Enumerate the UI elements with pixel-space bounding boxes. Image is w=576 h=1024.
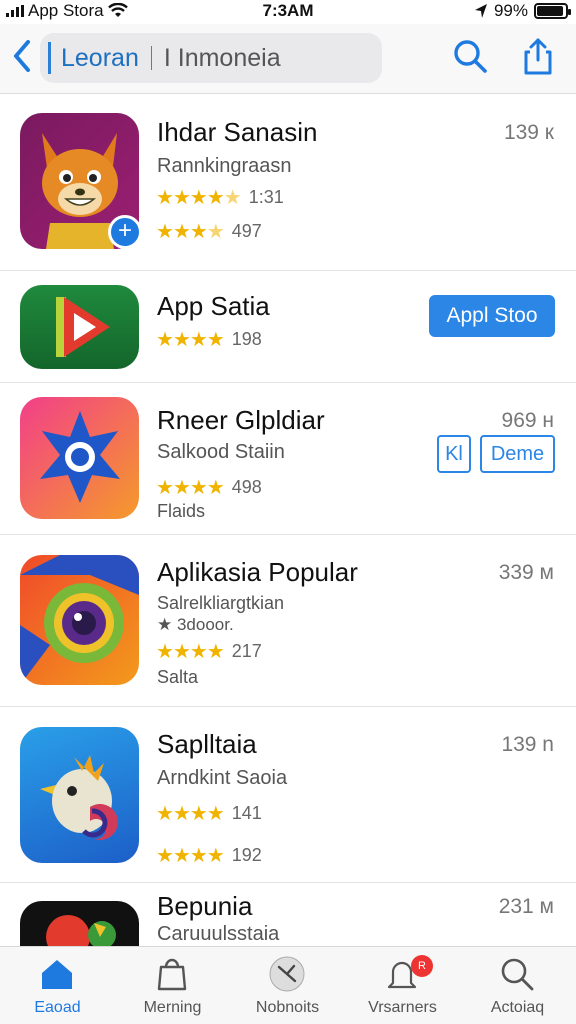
battery-percent: 99% — [493, 1, 528, 20]
share-icon[interactable] — [518, 36, 558, 76]
rating-stars: ★★★★ — [156, 329, 225, 351]
rating: ★★★★ 198 — [156, 327, 262, 352]
app-rank: ★ 3dooor. — [157, 615, 234, 634]
rating-count: 192 — [231, 845, 262, 865]
rating: ★★★★ 497 — [156, 219, 262, 244]
rating: ★★★★ 141 — [156, 801, 262, 826]
app-size: 231 м — [498, 895, 554, 918]
search-separator — [150, 46, 152, 70]
app-title[interactable]: Rneer Glpldiar — [157, 405, 325, 436]
app-title[interactable]: App Satia — [157, 291, 270, 322]
tab-label: Vrsarners — [368, 999, 437, 1016]
rating: ★★★★ 192 — [156, 843, 262, 868]
list-item[interactable]: Aplikasia Popular Salrelkliargtkian ★ 3d… — [0, 535, 576, 707]
tab-bar: Eaoad Merning Nobnoits R Vrsarners Actoi… — [0, 946, 576, 1024]
app-category: Salta — [157, 667, 199, 687]
rating-count: 497 — [231, 221, 262, 241]
demo-button[interactable]: Deme — [480, 435, 555, 473]
app-subtitle: Rannkingraasn — [157, 155, 292, 177]
tab-label: Eaoad — [34, 999, 81, 1016]
list-item[interactable]: Rneer Glpldiar Salkood Staiin 969 н ★★★★… — [0, 383, 576, 535]
nav-bar: Leoran I Inmoneia — [0, 24, 576, 94]
battery-icon — [534, 3, 571, 19]
rating-stars: ★★★★★ — [156, 187, 242, 209]
text-caret — [48, 42, 51, 74]
app-title[interactable]: Bepunia — [157, 891, 252, 922]
chevron-left-icon[interactable] — [8, 38, 36, 74]
bird-icon[interactable] — [20, 727, 139, 863]
app-list: + Ihdar Sanasin Rannkingraasn 139 к ★★★★… — [0, 95, 576, 953]
list-item[interactable]: App Satia ★★★★ 198 Appl Stoo — [0, 271, 576, 383]
clock-icon — [269, 956, 305, 992]
search-text: Leoran — [61, 43, 139, 72]
tab-home[interactable]: Eaoad — [0, 947, 115, 1024]
tab-label: Merning — [143, 999, 202, 1016]
add-icon[interactable]: + — [108, 215, 142, 249]
rating-count: 498 — [231, 477, 262, 497]
tab-notifications[interactable]: R Vrsarners — [345, 947, 460, 1024]
home-icon — [42, 960, 72, 989]
app-title[interactable]: Saplltaia — [157, 729, 257, 760]
tab-label: Actoiaq — [490, 999, 545, 1016]
rating-stars: ★★★★ — [156, 641, 225, 663]
app-size: 339 м — [498, 561, 554, 584]
rating-stars: ★★★★ — [156, 221, 225, 243]
location-icon — [474, 4, 487, 18]
rating: ★★★★ 498 — [156, 475, 262, 500]
kl-button[interactable]: Kl — [437, 435, 471, 473]
rating-count: 198 — [231, 329, 262, 349]
app-subtitle: Caruuulsstaia — [157, 923, 280, 945]
star-icon[interactable] — [20, 397, 139, 519]
tab-bag[interactable]: Merning — [115, 947, 230, 1024]
rating-stars: ★★★★ — [156, 477, 225, 499]
rating-stars: ★★★★ — [156, 803, 225, 825]
list-item[interactable]: + Ihdar Sanasin Rannkingraasn 139 к ★★★★… — [0, 95, 576, 271]
app-size: 969 н — [501, 409, 554, 432]
bag-icon — [157, 958, 187, 991]
app-store-button[interactable]: Appl Stoo — [429, 295, 555, 337]
tab-label: Nobnoits — [255, 999, 320, 1016]
camera-lens-icon[interactable] — [20, 555, 139, 685]
search-input[interactable]: Leoran I Inmoneia — [40, 33, 382, 83]
rating: ★★★★★ 1:31 — [156, 185, 284, 210]
rating-stars: ★★★★ — [156, 845, 225, 867]
tab-clock[interactable]: Nobnoits — [230, 947, 345, 1024]
rating-count: 141 — [231, 803, 262, 823]
app-subtitle: Salkood Staiin — [157, 441, 285, 463]
app-title[interactable]: Aplikasia Popular — [157, 557, 358, 588]
app-subtitle: Arndkint Saoia — [157, 767, 288, 789]
tab-search[interactable]: Actoiaq — [460, 947, 575, 1024]
rating-count: 217 — [231, 641, 262, 661]
rating-count: 1:31 — [248, 187, 284, 207]
status-right: 99% — [474, 1, 571, 21]
app-subtitle: Salrelkliargtkian — [157, 593, 285, 613]
status-bar: App Stora 7:3AM 99% — [0, 0, 576, 22]
search-icon — [501, 958, 534, 991]
play-icon[interactable] — [20, 285, 139, 369]
app-size: 139 n — [501, 733, 554, 756]
app-category: Flaids — [157, 501, 206, 521]
list-item[interactable]: Bepunia Caruuulsstaia 231 м — [0, 883, 576, 953]
app-size: 139 к — [503, 121, 554, 144]
search-query: I Inmoneia — [163, 43, 281, 72]
app-title[interactable]: Ihdar Sanasin — [157, 117, 317, 148]
notification-badge: R — [411, 955, 433, 977]
rating: ★★★★ 217 — [156, 639, 262, 664]
search-icon[interactable] — [450, 36, 490, 76]
list-item[interactable]: Saplltaia Arndkint Saoia 139 n ★★★★ 141 … — [0, 707, 576, 883]
